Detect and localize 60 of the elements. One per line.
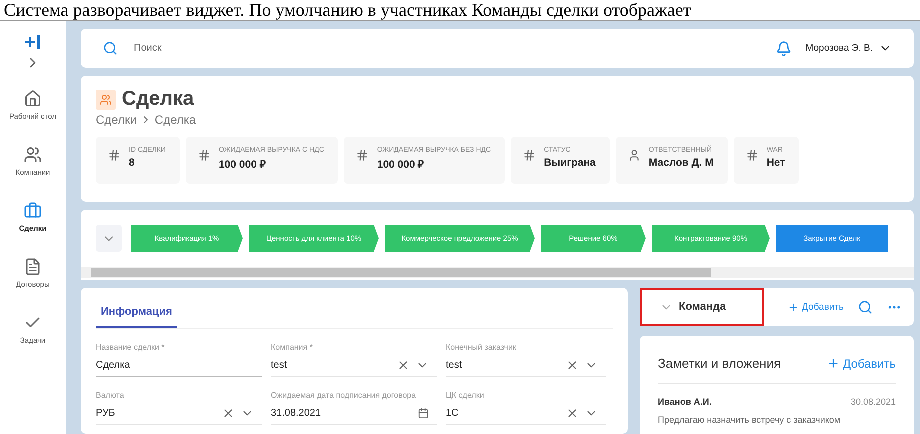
hash-icon xyxy=(198,149,211,162)
bell-icon[interactable] xyxy=(776,40,792,56)
stat-value: 100 000 ₽ xyxy=(377,158,426,171)
input-field[interactable]: 1С xyxy=(446,403,606,425)
field-label: Название сделки * xyxy=(96,343,166,352)
breadcrumb-link[interactable]: Сделка xyxy=(154,113,196,127)
plus-icon xyxy=(826,357,840,370)
breadcrumb-link[interactable]: Сделки xyxy=(96,113,137,127)
calendar-icon[interactable] xyxy=(418,408,429,419)
clear-icon[interactable] xyxy=(566,407,579,420)
search-icon xyxy=(103,41,118,56)
field-value[interactable]: 1С xyxy=(446,408,566,419)
info-tab[interactable]: Информация xyxy=(96,300,178,328)
stat-value: Нет xyxy=(766,157,786,169)
scrollbar[interactable] xyxy=(81,267,914,278)
user-menu[interactable]: Морозова Э. В. xyxy=(806,42,892,55)
app-logo[interactable]: +I xyxy=(24,31,42,55)
search-icon[interactable] xyxy=(858,300,873,314)
field-label: Компания * xyxy=(271,343,314,352)
hash-icon xyxy=(108,149,121,162)
note-text: Предлагаю назначить встречу с заказчиком xyxy=(658,415,842,425)
field-label: Валюта xyxy=(96,391,126,400)
stat-value: Выиграна xyxy=(544,157,596,169)
field-value[interactable]: Сделка xyxy=(96,360,262,371)
field-label: Ожидаемая дата подписания договора xyxy=(271,391,418,400)
stat-value: Маслов Д. М xyxy=(648,157,714,169)
people-icon xyxy=(24,146,42,164)
input-field[interactable]: 31.08.2021 xyxy=(271,403,437,425)
input-field[interactable]: test xyxy=(446,355,606,377)
clear-icon[interactable] xyxy=(222,407,235,420)
field-label: Конечный заказчик xyxy=(446,343,518,352)
plus-icon xyxy=(788,302,799,312)
note-date: 30.08.2021 xyxy=(850,397,896,407)
stat-value: 100 000 ₽ xyxy=(218,158,267,171)
add-link[interactable]: Добавить xyxy=(826,356,896,370)
document-icon xyxy=(24,258,42,276)
field-label: ЦК сделки xyxy=(446,391,486,400)
stat-value: 8 xyxy=(129,157,136,169)
input-field[interactable]: РУБ xyxy=(96,403,262,425)
input-field[interactable]: Сделка xyxy=(96,355,262,377)
person-icon xyxy=(628,149,641,162)
team-header[interactable]: Команда xyxy=(640,288,764,326)
field-value[interactable]: 31.08.2021 xyxy=(271,408,418,419)
input-field[interactable]: test xyxy=(271,355,437,377)
hash-icon xyxy=(523,149,536,162)
hash-icon xyxy=(746,149,759,162)
page-title: Сделка xyxy=(122,88,194,111)
notes-title: Заметки и вложения xyxy=(658,356,782,371)
briefcase-icon xyxy=(24,202,42,220)
clear-icon[interactable] xyxy=(566,359,579,372)
home-icon xyxy=(24,90,42,108)
field-value[interactable]: test xyxy=(271,360,397,371)
field-value[interactable]: РУБ xyxy=(96,408,222,419)
hash-icon xyxy=(356,149,370,162)
note-author: Иванов А.И. xyxy=(658,397,712,407)
document-caption: Система разворачивает виджет. По умолчанию в участниках Команды сделки отображает xyxy=(3,0,692,20)
people-icon xyxy=(96,90,116,110)
add-link[interactable]: Добавить xyxy=(788,302,844,312)
field-value[interactable]: test xyxy=(446,360,566,371)
clear-icon[interactable] xyxy=(397,359,410,372)
